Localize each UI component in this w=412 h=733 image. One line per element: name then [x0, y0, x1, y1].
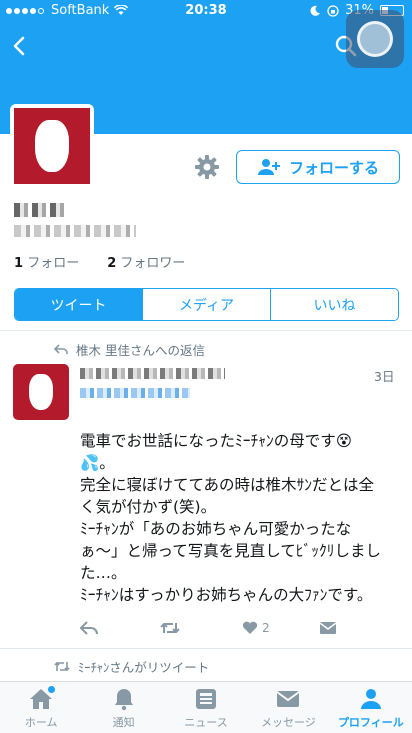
display-name-censored — [14, 203, 66, 217]
reply-arrow-icon — [54, 344, 68, 354]
tweet-avatar[interactable] — [13, 364, 69, 420]
bell-icon — [114, 689, 133, 711]
envelope-icon — [319, 622, 337, 634]
bottom-nav: ホーム 通知 ニュース メッセージ プロフィール — [0, 681, 412, 733]
tweet-author-name-censored — [80, 368, 225, 379]
nav-profile[interactable]: プロフィール — [330, 682, 412, 733]
moon-icon — [310, 5, 321, 16]
person-icon — [360, 689, 381, 709]
retweet-small-icon — [54, 661, 70, 672]
reply-button[interactable] — [80, 618, 98, 638]
tweet-line: 完全に寝ぼけててあの時は椎木ｻﾝだとは全く気が付かず(笑)。 — [80, 476, 375, 516]
followers-count[interactable]: 2 フォロワー — [107, 252, 185, 271]
reply-context-text: 椎木 里佳さんへの返信 — [76, 343, 205, 358]
tweet-line: 💦。 — [80, 454, 115, 472]
new-content-dot — [48, 686, 55, 693]
nav-profile-label: プロフィール — [337, 716, 404, 729]
following-count-value: 1 — [14, 256, 24, 271]
retweet-context-text: ﾐｰﾁｬﾝさんがリツイート — [78, 660, 210, 675]
username-censored — [14, 225, 136, 237]
tweet-body: 電車でお世話になったﾐｰﾁｬﾝの母です😵 💦。 完全に寝ぼけててあの時は椎木ｻﾝ… — [80, 430, 385, 606]
tweet-line: ﾐｰﾁｬﾝが「あのお姉ちゃん可愛かったなぁ〜」と帰って写真を見直してﾋﾞｯｸﾘし… — [80, 520, 382, 582]
follow-button-label: フォローする — [288, 158, 379, 177]
reply-context[interactable]: 椎木 里佳さんへの返信 — [54, 340, 205, 359]
direct-message-button[interactable] — [319, 618, 337, 638]
assistive-touch-ring — [357, 21, 393, 57]
tweet-line: 電車でお世話になったﾐｰﾁｬﾝの母です😵 — [80, 432, 352, 450]
envelope-icon — [276, 691, 301, 707]
profile-avatar[interactable] — [10, 104, 94, 188]
following-count-label: フォロー — [27, 256, 80, 271]
rotation-lock-icon — [327, 4, 339, 17]
retweet-icon — [160, 623, 180, 633]
nav-messages-label: メッセージ — [261, 716, 316, 729]
back-arrow-icon[interactable] — [8, 34, 32, 58]
tweet-actions: 2 — [80, 618, 380, 638]
followers-count-value: 2 — [107, 256, 117, 271]
nav-home[interactable]: ホーム — [0, 682, 82, 733]
like-button[interactable]: 2 — [242, 618, 270, 638]
nav-notifications-label: 通知 — [112, 716, 135, 729]
retweet-context[interactable]: ﾐｰﾁｬﾝさんがリツイート — [54, 657, 209, 676]
heart-icon — [242, 621, 258, 634]
assistive-touch-button[interactable] — [346, 10, 404, 68]
reply-icon — [80, 621, 98, 635]
tweet-avatar-blur — [29, 374, 53, 410]
nav-home-label: ホーム — [24, 716, 58, 729]
nav-messages[interactable]: メッセージ — [247, 682, 329, 733]
profile-avatar-blur — [35, 120, 69, 172]
follow-counts: 1 フォロー 2 フォロワー — [14, 252, 185, 271]
tab-tweets[interactable]: ツイート — [15, 289, 143, 320]
tweet-line: ﾐｰﾁｬﾝはすっかりお姉ちゃんの大ﾌｧﾝです。 — [80, 586, 373, 604]
nav-news[interactable]: ニュース — [165, 682, 247, 733]
retweet-button[interactable] — [160, 618, 180, 638]
section-divider — [0, 330, 412, 331]
tab-likes[interactable]: いいね — [271, 289, 398, 320]
tweet-timestamp: 3日 — [374, 369, 395, 384]
followers-count-label: フォロワー — [120, 256, 186, 271]
nav-news-label: ニュース — [184, 716, 228, 729]
follow-button[interactable]: フォローする — [236, 150, 400, 184]
gear-icon[interactable] — [194, 154, 220, 180]
tweet-divider — [0, 648, 412, 649]
tab-media[interactable]: メディア — [143, 289, 271, 320]
profile-tabs: ツイート メディア いいね — [14, 288, 399, 321]
like-count: 2 — [262, 621, 270, 635]
add-user-icon — [257, 159, 280, 175]
news-icon — [196, 689, 217, 709]
nav-notifications[interactable]: 通知 — [82, 682, 164, 733]
following-count[interactable]: 1 フォロー — [14, 252, 79, 271]
profile-avatar-image — [14, 108, 90, 184]
tweet-mention-censored — [80, 388, 190, 398]
